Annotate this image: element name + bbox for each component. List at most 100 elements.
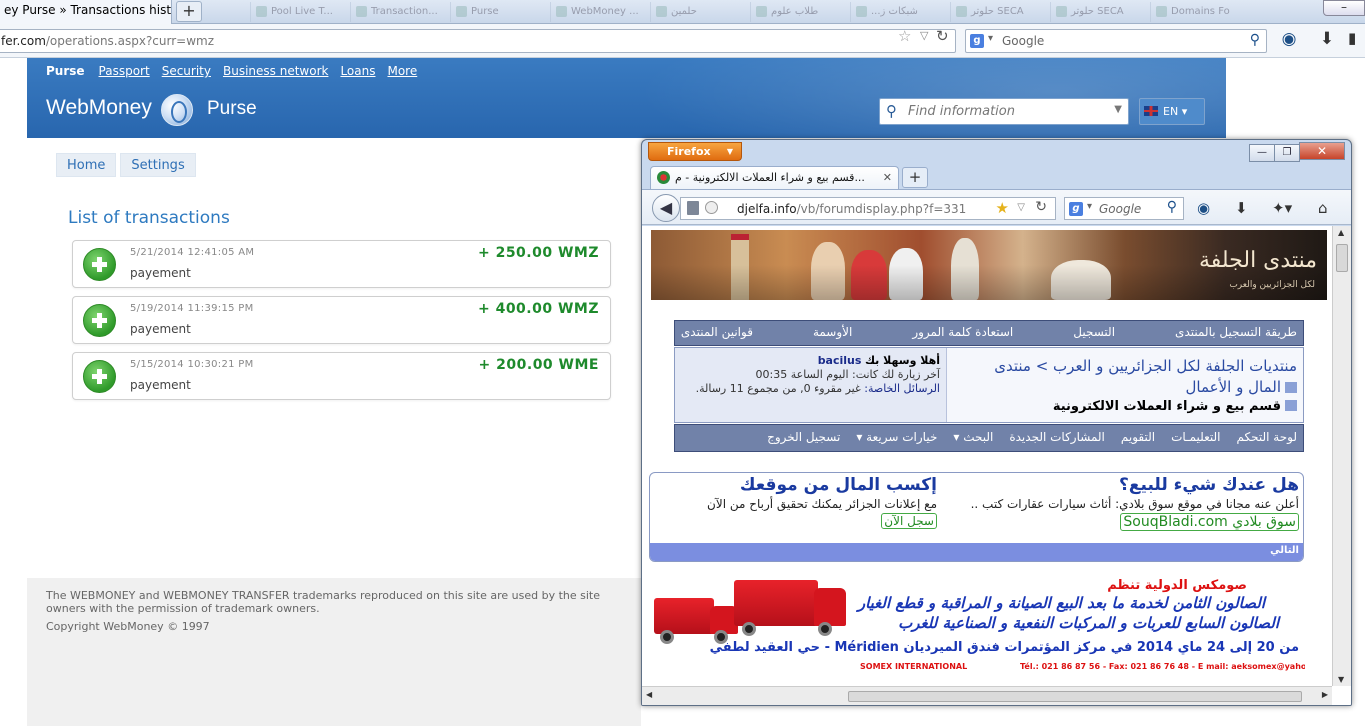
nav-business-network[interactable]: Business network xyxy=(223,64,328,78)
chevron-down-icon[interactable]: ▼ xyxy=(1114,104,1122,115)
tab-settings[interactable]: Settings xyxy=(120,153,196,177)
menu-recover-password[interactable]: استعادة كلمة المرور xyxy=(912,325,1013,339)
nav-passport[interactable]: Passport xyxy=(99,64,150,78)
webmoney-logo[interactable]: WebMoney xyxy=(46,96,152,120)
new-tab-button[interactable]: + xyxy=(176,1,202,22)
transaction-description: payement xyxy=(130,378,191,392)
ad-title: هل عندك شيء للبيع؟ xyxy=(1119,475,1299,495)
search-bar[interactable]: g ▾ Google ⚲ xyxy=(965,29,1267,53)
search-engine-dropdown-icon[interactable]: ▾ xyxy=(988,33,993,44)
nav-more[interactable]: More xyxy=(387,64,417,78)
nav-loans[interactable]: Loans xyxy=(340,64,375,78)
close-tab-icon[interactable]: ✕ xyxy=(883,171,892,184)
horizontal-scrollbar[interactable]: ◀ ▶ xyxy=(642,686,1332,705)
transaction-row[interactable]: 5/19/2014 11:39:15 PM payement + 400.00 … xyxy=(72,296,611,344)
home-icon[interactable]: ⌂ xyxy=(1318,199,1328,217)
transaction-date: 5/21/2014 12:41:05 AM xyxy=(130,247,255,258)
browser-tab[interactable]: حلوتر SECA xyxy=(950,2,1050,22)
menu-new-posts[interactable]: المشاركات الجديدة xyxy=(1009,430,1105,444)
scroll-down-icon[interactable]: ▼ xyxy=(1338,675,1344,684)
webmoney-topnav: Purse Passport Security Business network Loa… xyxy=(46,64,429,78)
last-visit: آخر زيارة لك كانت: اليوم الساعة 00:35 xyxy=(755,368,940,381)
url-history-dropdown-icon[interactable]: ▽ xyxy=(920,29,928,42)
browser-tab-active[interactable]: قسم بيع و شراء العملات الالكترونية - م..… xyxy=(650,166,899,189)
menu-rules[interactable]: قوانين المنتدى xyxy=(681,325,753,339)
breadcrumb-section[interactable]: المال و الأعمال xyxy=(1186,378,1281,396)
forum-banner: منتدى الجلفة لكل الجزائريين والعرب xyxy=(651,230,1327,300)
favicon-icon xyxy=(356,6,367,17)
browser-tab[interactable]: Domains Fo xyxy=(1150,2,1260,22)
back-arrow-icon[interactable]: ◀ xyxy=(652,194,680,222)
vertical-scrollbar[interactable]: ▲ ▼ xyxy=(1332,226,1351,686)
url-history-dropdown-icon[interactable]: ▽ xyxy=(1017,202,1025,213)
nav-purse[interactable]: Purse xyxy=(46,64,85,78)
menu-help[interactable]: التعليمـات xyxy=(1171,430,1220,444)
close-icon[interactable]: ✕ xyxy=(1299,142,1345,160)
scroll-right-icon[interactable]: ▶ xyxy=(1322,690,1328,699)
menu-register-method[interactable]: طريقة التسجيل بالمنتدى xyxy=(1175,325,1297,339)
browser-tab[interactable]: طلاب علوم xyxy=(750,2,850,22)
search-icon[interactable]: ⚲ xyxy=(1167,199,1177,215)
forum-logo[interactable]: منتدى الجلفة xyxy=(1199,248,1317,273)
language-select[interactable]: EN ▾ xyxy=(1139,98,1205,125)
search-icon[interactable]: ⚲ xyxy=(1250,32,1260,48)
breadcrumb-root[interactable]: منتديات الجلفة لكل الجزائريين و العرب > … xyxy=(994,357,1297,375)
reload-icon[interactable]: ↻ xyxy=(936,27,949,45)
transaction-row[interactable]: 5/21/2014 12:41:05 AM payement + 250.00 … xyxy=(72,240,611,288)
scroll-left-icon[interactable]: ◀ xyxy=(646,690,652,699)
maximize-icon[interactable]: ❐ xyxy=(1274,144,1300,162)
search-input[interactable]: ⚲ Find information ▼ xyxy=(879,98,1129,125)
bookmarks-icon[interactable]: ▮ xyxy=(1348,29,1365,51)
menu-register[interactable]: التسجيل xyxy=(1073,325,1115,339)
ad-souqbladi[interactable]: هل عندك شيء للبيع؟ أعلن عنه مجانا في موق… xyxy=(971,475,1299,531)
search-engine-dropdown-icon[interactable]: ▾ xyxy=(1087,201,1092,212)
scroll-thumb[interactable] xyxy=(848,691,1302,702)
downloads-icon[interactable]: ⬇ xyxy=(1316,29,1338,51)
somex-banner[interactable]: صومكس الدولية تنظم الصالون الثامن لخدمة … xyxy=(650,578,1305,688)
addon-icon[interactable]: ◉ xyxy=(1278,29,1300,51)
bookmark-star-icon[interactable]: ★ xyxy=(996,199,1009,217)
addon-icon[interactable]: ◉ xyxy=(1197,199,1210,217)
minimize-button[interactable]: – xyxy=(1323,0,1365,16)
scroll-thumb[interactable] xyxy=(1336,244,1348,272)
browser-tab[interactable]: Pool Live T... xyxy=(250,2,350,22)
ads-next[interactable]: التالي xyxy=(650,543,1303,561)
menu-control-panel[interactable]: لوحة التحكم xyxy=(1237,430,1298,444)
browser-tab[interactable]: حلوتر SECA xyxy=(1050,2,1150,22)
browser-tab-active[interactable]: ey Purse » Transactions history xyxy=(0,0,172,24)
browser-tab[interactable]: Purse xyxy=(450,2,550,22)
ad-description: مع إعلانات الجزائر يمكنك تحقيق أرباح من … xyxy=(707,497,937,511)
menu-calendar[interactable]: التقويم xyxy=(1121,430,1155,444)
menu-logout[interactable]: تسجيل الخروج xyxy=(767,430,840,444)
browser-tab[interactable]: WebMoney ... xyxy=(550,2,650,22)
minimize-icon[interactable]: — xyxy=(1249,144,1275,162)
reload-icon[interactable]: ↻ xyxy=(1035,199,1047,215)
scroll-up-icon[interactable]: ▲ xyxy=(1338,228,1344,237)
nav-security[interactable]: Security xyxy=(162,64,211,78)
username[interactable]: bacilus xyxy=(818,354,862,367)
new-tab-button[interactable]: + xyxy=(902,167,928,188)
search-bar[interactable]: g ▾ Google ⚲ xyxy=(1064,197,1184,220)
browser-tab[interactable]: ...شبكات ز xyxy=(850,2,950,22)
ad-link[interactable]: سجل الآن xyxy=(881,513,937,529)
tab-home[interactable]: Home xyxy=(56,153,117,177)
url-bar[interactable]: fer.com/operations.aspx?curr=wmz xyxy=(0,29,956,53)
menu-badges[interactable]: الأوسمة xyxy=(813,325,852,339)
djelfa-page: منتدى الجلفة لكل الجزائريين والعرب طريقة… xyxy=(642,226,1351,705)
firefox-menu-button[interactable]: Firefox ▼ xyxy=(648,142,742,161)
bookmark-star-icon[interactable]: ☆ xyxy=(898,27,911,45)
browser-tab[interactable]: Transaction... xyxy=(350,2,450,22)
ad-link[interactable]: سوق بلادي SouqBladi.com xyxy=(1120,513,1299,531)
url-bar[interactable]: djelfa.info/vb/forumdisplay.php?f=331 ★ … xyxy=(680,197,1056,220)
site-identity-icon[interactable] xyxy=(705,201,718,214)
ad-earn-money[interactable]: إكسب المال من موقعك مع إعلانات الجزائر ي… xyxy=(657,475,937,529)
menu-search[interactable]: البحث ▾ xyxy=(953,430,993,444)
browser-tab[interactable]: حلمين xyxy=(650,2,750,22)
menu-quick-options[interactable]: خيارات سريعة ▾ xyxy=(856,430,937,444)
favicon-icon xyxy=(956,6,967,17)
somex-headline: صومكس الدولية تنظم xyxy=(1107,578,1247,593)
downloads-icon[interactable]: ⬇ xyxy=(1235,199,1248,217)
private-messages-link[interactable]: الرسائل الخاصة: xyxy=(864,382,940,395)
transaction-row[interactable]: 5/15/2014 10:30:21 PM payement + 200.00 … xyxy=(72,352,611,400)
bookmarks-icon[interactable]: ✦▾ xyxy=(1272,199,1292,217)
